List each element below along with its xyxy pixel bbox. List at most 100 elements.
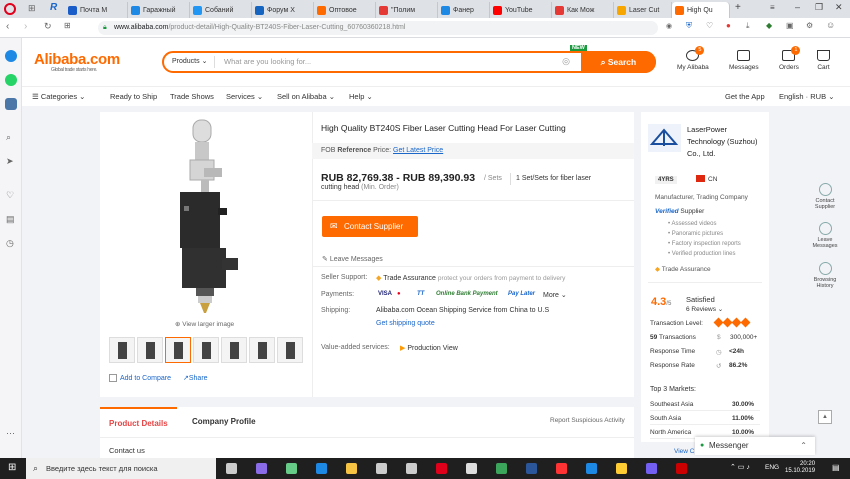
messenger-icon[interactable] bbox=[5, 50, 17, 62]
tab-product-details[interactable]: Product Details bbox=[100, 407, 177, 437]
product-main-image[interactable] bbox=[170, 118, 245, 318]
messenger-popup[interactable]: ● Messenger ⌃ bbox=[695, 437, 815, 455]
get-app-link[interactable]: Get the App bbox=[725, 92, 765, 101]
trade-shows-link[interactable]: Trade Shows bbox=[170, 92, 214, 101]
leave-messages-link[interactable]: ✎ Leave Messages bbox=[322, 255, 383, 263]
tab-menu-icon[interactable]: ≡ bbox=[770, 3, 775, 12]
tab-8[interactable]: Как Мож bbox=[552, 2, 614, 18]
chrome-icon[interactable] bbox=[496, 463, 507, 474]
search-input[interactable]: What are you looking for... bbox=[224, 57, 311, 66]
tab-0[interactable]: Почта М bbox=[65, 2, 128, 18]
orders-button[interactable]: 1 Orders bbox=[779, 46, 801, 71]
clock[interactable]: 20:20 15.10.2019 bbox=[785, 461, 815, 475]
heart-icon[interactable]: ♡ bbox=[706, 21, 713, 30]
supplier-logo[interactable] bbox=[648, 124, 681, 152]
file-explorer-icon[interactable] bbox=[346, 463, 357, 474]
yandex-browser-icon[interactable] bbox=[616, 463, 627, 474]
tab-company-profile[interactable]: Company Profile bbox=[183, 407, 265, 437]
view-company-link[interactable]: View C bbox=[674, 448, 694, 455]
history-icon[interactable]: ◷ bbox=[6, 238, 14, 249]
calculator-icon[interactable] bbox=[466, 463, 477, 474]
tab-6[interactable]: Фанер bbox=[438, 2, 490, 18]
viber-icon[interactable] bbox=[646, 463, 657, 474]
product-thumbnail[interactable] bbox=[137, 337, 163, 363]
sidebar-browsing-history[interactable]: Browsing History bbox=[808, 262, 842, 289]
reload-icon[interactable]: ↻ bbox=[44, 21, 52, 32]
messages-button[interactable]: Messages bbox=[729, 50, 759, 71]
close-window-icon[interactable]: ✕ bbox=[835, 2, 843, 13]
categories-menu[interactable]: ☰ Categories ⌄ bbox=[32, 92, 85, 101]
expand-icon[interactable]: ⌃ bbox=[800, 437, 807, 455]
compare-checkbox[interactable] bbox=[109, 374, 117, 382]
more-icon[interactable]: ⋯ bbox=[6, 428, 15, 439]
ready-to-ship-link[interactable]: Ready to Ship bbox=[110, 92, 157, 101]
contact-supplier-button[interactable]: ✉ Contact Supplier bbox=[322, 216, 418, 237]
scroll-top-icon[interactable]: ▲ bbox=[818, 410, 832, 424]
tab-10[interactable]: High Qu bbox=[672, 2, 730, 18]
product-thumbnail[interactable] bbox=[109, 337, 135, 363]
supplier-name[interactable]: LaserPower Technology (Suzhou) Co., Ltd. bbox=[687, 124, 757, 160]
services-menu[interactable]: Services ⌄ bbox=[226, 92, 263, 101]
share-link[interactable]: ↗Share bbox=[183, 374, 208, 382]
language-currency-select[interactable]: English · RUB ⌄ bbox=[779, 92, 834, 101]
url-field[interactable]: 🔒︎ www.alibaba.com/product-detail/High-Q… bbox=[98, 21, 658, 35]
yandex-icon[interactable] bbox=[556, 463, 567, 474]
more-payments-link[interactable]: More ⌄ bbox=[543, 291, 567, 299]
mail-icon[interactable] bbox=[406, 463, 417, 474]
search-button[interactable]: ⌕ Search bbox=[581, 51, 656, 73]
tab-9[interactable]: Laser Cut bbox=[614, 2, 672, 18]
photos-icon[interactable] bbox=[286, 463, 297, 474]
tab-3[interactable]: Форум Х bbox=[252, 2, 314, 18]
product-thumbnail[interactable] bbox=[165, 337, 191, 363]
snapshot-icon[interactable]: ▣ bbox=[786, 21, 794, 30]
send-icon[interactable]: ➤ bbox=[6, 156, 14, 167]
trade-assurance-badge[interactable]: ◆ Trade Assurance protect your orders fr… bbox=[376, 274, 565, 282]
sidebar-contact-supplier[interactable]: Contact Supplier bbox=[808, 183, 842, 210]
extension-icon[interactable]: ● bbox=[726, 21, 731, 30]
reviews-link[interactable]: 6 Reviews ⌄ bbox=[686, 305, 723, 313]
tab-2[interactable]: Собаний bbox=[190, 2, 252, 18]
user-icon[interactable]: ☺ bbox=[826, 20, 835, 30]
store-icon[interactable] bbox=[376, 463, 387, 474]
production-view-link[interactable]: ▶ Production View bbox=[400, 344, 458, 352]
help-menu[interactable]: Help ⌄ bbox=[349, 92, 373, 101]
easy-setup-icon[interactable]: ⚙ bbox=[806, 21, 813, 30]
new-tab-icon[interactable]: + bbox=[735, 2, 741, 13]
tab-1[interactable]: Гаражный bbox=[128, 2, 190, 18]
product-thumbnail[interactable] bbox=[193, 337, 219, 363]
sell-menu[interactable]: Sell on Alibaba ⌄ bbox=[277, 92, 335, 101]
minimize-icon[interactable]: – bbox=[795, 2, 800, 12]
camera-search-icon[interactable]: ◎ bbox=[562, 56, 570, 67]
report-link[interactable]: Report Suspicious Activity bbox=[550, 417, 625, 424]
opera-logo-icon[interactable] bbox=[4, 3, 16, 15]
vpn-shield-icon[interactable]: ⛨ bbox=[686, 21, 692, 31]
back-icon[interactable]: ‹ bbox=[6, 21, 9, 32]
get-latest-price-link[interactable]: Get Latest Price bbox=[393, 147, 443, 154]
word-icon[interactable] bbox=[526, 463, 537, 474]
tab-grid-icon[interactable]: ⊞ bbox=[28, 3, 36, 14]
sidebar-leave-messages[interactable]: Leave Messages bbox=[808, 222, 842, 249]
windows-start-icon[interactable]: ⊞ bbox=[8, 462, 16, 473]
app-icon[interactable] bbox=[676, 463, 687, 474]
view-larger-link[interactable]: ⊕ View larger image bbox=[175, 320, 234, 328]
get-shipping-quote-link[interactable]: Get shipping quote bbox=[376, 320, 435, 327]
tab-7[interactable]: YouTube bbox=[490, 2, 552, 18]
opera-icon[interactable] bbox=[436, 463, 447, 474]
vk-icon[interactable] bbox=[5, 98, 17, 110]
language-indicator[interactable]: ENG bbox=[765, 464, 779, 471]
search-category-select[interactable]: Products ⌄ bbox=[172, 57, 207, 65]
heart-icon[interactable]: ♡ bbox=[6, 190, 14, 201]
alibaba-logo[interactable]: Alibaba.com Global trade starts here. bbox=[34, 51, 120, 73]
camera-icon[interactable]: ◉ bbox=[666, 22, 672, 30]
translate-icon[interactable]: ◆ bbox=[766, 21, 772, 30]
tab-4[interactable]: Оптовое bbox=[314, 2, 376, 18]
forward-icon[interactable]: › bbox=[24, 21, 27, 32]
search-icon[interactable]: ⌕ bbox=[6, 132, 11, 143]
add-to-compare-link[interactable]: Add to Compare bbox=[120, 375, 171, 382]
product-thumbnail[interactable] bbox=[277, 337, 303, 363]
notifications-icon[interactable]: ▤ bbox=[832, 463, 840, 472]
task-view-icon[interactable] bbox=[226, 463, 237, 474]
my-alibaba-button[interactable]: 5 My Alibaba bbox=[677, 46, 709, 71]
maximize-icon[interactable]: ❐ bbox=[815, 2, 823, 13]
edge-icon[interactable] bbox=[316, 463, 327, 474]
